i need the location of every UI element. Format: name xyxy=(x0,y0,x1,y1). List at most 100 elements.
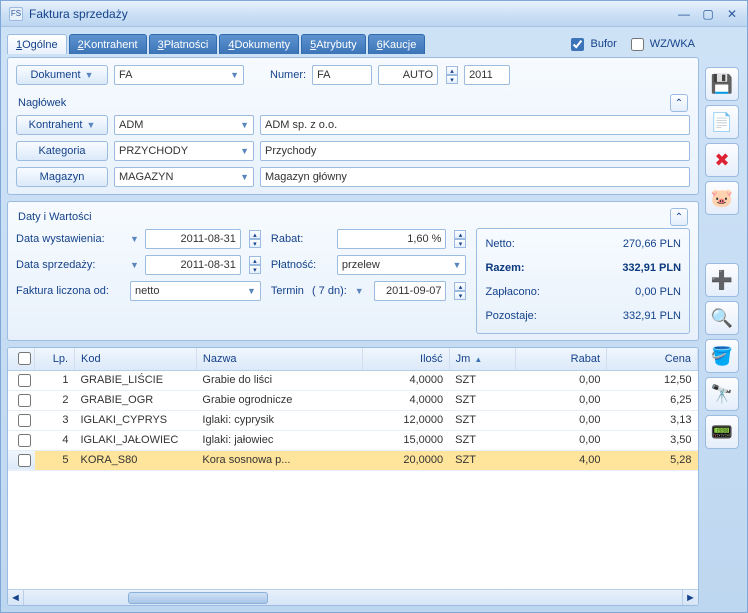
numer-stepper[interactable]: ▴▾ xyxy=(446,66,458,84)
edit-doc-button[interactable]: 📄 xyxy=(705,105,739,139)
search-icon: 🔍 xyxy=(711,308,733,329)
platnosc-label: Płatność: xyxy=(271,259,331,271)
col-nazwa[interactable]: Nazwa xyxy=(196,348,362,370)
chevron-down-icon: ▼ xyxy=(86,120,95,130)
chevron-down-icon: ▼ xyxy=(240,146,249,156)
col-checkbox[interactable] xyxy=(8,348,35,370)
grid-header-row: Lp. Kod Nazwa Ilość Jm▲ Rabat Cena xyxy=(8,348,698,370)
platnosc-combo[interactable]: przelew▼ xyxy=(337,255,467,275)
naglowek-header: Nagłówek xyxy=(18,97,66,109)
horizontal-scrollbar[interactable]: ◄ ► xyxy=(8,589,698,605)
zaplacono-label: Zapłacono: xyxy=(485,286,635,298)
termin-stepper[interactable]: ▴▾ xyxy=(454,282,466,300)
numer-prefix-field[interactable]: FA xyxy=(312,65,372,85)
chevron-down-icon[interactable]: ▼ xyxy=(130,260,139,270)
numer-label: Numer: xyxy=(270,69,306,81)
action-sidebar: 💾 📄 ✖ 🐷 ➕ 🔍 🪣 🔭 📟 xyxy=(705,33,741,606)
calculator-button[interactable]: 📟 xyxy=(705,415,739,449)
delete-button[interactable]: ✖ xyxy=(705,143,739,177)
scroll-right-button[interactable]: ► xyxy=(682,590,698,606)
data-wystawienia-field[interactable]: 2011-08-31 xyxy=(145,229,241,249)
table-row[interactable]: 1GRABIE_LIŚCIEGrabie do liści4,0000SZT0,… xyxy=(8,370,698,390)
minimize-button[interactable]: — xyxy=(677,7,691,21)
faktura-od-combo[interactable]: netto▼ xyxy=(130,281,261,301)
close-button[interactable]: ✕ xyxy=(725,7,739,21)
table-row[interactable]: 4IGLAKI_JAŁOWIECIglaki: jałowiec15,0000S… xyxy=(8,430,698,450)
data-wystawienia-stepper[interactable]: ▴▾ xyxy=(249,230,261,248)
collapse-daty-button[interactable]: ⌃ xyxy=(670,208,688,226)
table-row[interactable]: 2GRABIE_OGRGrabie ogrodnicze4,0000SZT0,0… xyxy=(8,390,698,410)
wzwka-checkbox[interactable]: WZ/WKA xyxy=(627,35,695,54)
data-sprzedazy-field[interactable]: 2011-08-31 xyxy=(145,255,241,275)
binoculars-icon: 🔭 xyxy=(711,384,733,405)
bucket-button[interactable]: 🪣 xyxy=(705,339,739,373)
col-rabat[interactable]: Rabat xyxy=(516,348,607,370)
maximize-button[interactable]: ▢ xyxy=(701,7,715,21)
tab-dokumenty[interactable]: 4 Dokumenty xyxy=(219,34,299,54)
bufor-checkbox[interactable]: Bufor xyxy=(567,35,616,54)
col-cena[interactable]: Cena xyxy=(607,348,698,370)
chevron-down-icon: ▼ xyxy=(230,70,239,80)
netto-label: Netto: xyxy=(485,238,622,250)
piggy-button[interactable]: 🐷 xyxy=(705,181,739,215)
data-wystawienia-label: Data wystawienia: xyxy=(16,233,124,245)
add-button[interactable]: ➕ xyxy=(705,263,739,297)
kategoria-button[interactable]: Kategoria xyxy=(16,141,108,161)
collapse-naglowek-button[interactable]: ⌃ xyxy=(670,94,688,112)
save-button[interactable]: 💾 xyxy=(705,67,739,101)
kontrahent-name-field[interactable]: ADM sp. z o.o. xyxy=(260,115,690,135)
window-title: Faktura sprzedaży xyxy=(29,7,128,21)
kategoria-code-combo[interactable]: PRZYCHODY▼ xyxy=(114,141,254,161)
piggy-icon: 🐷 xyxy=(711,188,733,209)
kontrahent-button[interactable]: Kontrahent▼ xyxy=(16,115,108,135)
netto-value: 270,66 PLN xyxy=(623,238,681,250)
kontrahent-code-combo[interactable]: ADM▼ xyxy=(114,115,254,135)
rabat-label: Rabat: xyxy=(271,233,331,245)
razem-value: 332,91 PLN xyxy=(622,262,681,274)
items-grid[interactable]: Lp. Kod Nazwa Ilość Jm▲ Rabat Cena 1GRAB… xyxy=(7,347,699,606)
chevron-down-icon[interactable]: ▼ xyxy=(130,234,139,244)
kategoria-name-field[interactable]: Przychody xyxy=(260,141,690,161)
wzwka-label: WZ/WKA xyxy=(650,38,695,50)
app-window: FS Faktura sprzedaży — ▢ ✕ 1 Ogólne2 Kon… xyxy=(0,0,748,613)
binoculars-button[interactable]: 🔭 xyxy=(705,377,739,411)
chevron-down-icon: ▼ xyxy=(85,70,94,80)
tab-ogólne[interactable]: 1 Ogólne xyxy=(7,34,67,54)
termin-dni-label: ( 7 dn): xyxy=(312,285,347,297)
tab-atrybuty[interactable]: 5 Atrybuty xyxy=(301,34,365,54)
dokument-type-combo[interactable]: FA▼ xyxy=(114,65,244,85)
edit-doc-icon: 📄 xyxy=(711,112,733,133)
delete-icon: ✖ xyxy=(714,150,729,171)
pozostaje-value: 332,91 PLN xyxy=(623,310,681,322)
magazyn-name-field[interactable]: Magazyn główny xyxy=(260,167,690,187)
tab-płatności[interactable]: 3 Płatności xyxy=(149,34,218,54)
search-button[interactable]: 🔍 xyxy=(705,301,739,335)
table-row[interactable]: 5KORA_S80Kora sosnowa p...20,0000SZT4,00… xyxy=(8,450,698,470)
chevron-down-icon[interactable]: ▼ xyxy=(355,286,364,296)
rabat-stepper[interactable]: ▴▾ xyxy=(454,230,466,248)
daty-header: Daty i Wartości xyxy=(18,211,92,223)
sort-asc-icon: ▲ xyxy=(474,355,482,364)
data-sprzedazy-stepper[interactable]: ▴▾ xyxy=(249,256,261,274)
dokument-button[interactable]: Dokument▼ xyxy=(16,65,108,85)
razem-label: Razem: xyxy=(485,262,622,274)
bucket-icon: 🪣 xyxy=(711,346,733,367)
numer-auto-field[interactable]: AUTO xyxy=(378,65,438,85)
magazyn-code-combo[interactable]: MAGAZYN▼ xyxy=(114,167,254,187)
col-jm[interactable]: Jm▲ xyxy=(449,348,516,370)
termin-data-field[interactable]: 2011-09-07 xyxy=(374,281,447,301)
scroll-thumb[interactable] xyxy=(128,592,268,604)
tab-kontrahent[interactable]: 2 Kontrahent xyxy=(69,34,147,54)
scroll-left-button[interactable]: ◄ xyxy=(8,590,24,606)
col-lp[interactable]: Lp. xyxy=(35,348,75,370)
table-row[interactable]: 3IGLAKI_CYPRYSIglaki: cyprysik12,0000SZT… xyxy=(8,410,698,430)
chevron-down-icon: ▼ xyxy=(240,120,249,130)
col-ilosc[interactable]: Ilość xyxy=(363,348,449,370)
pozostaje-label: Pozostaje: xyxy=(485,310,622,322)
col-kod[interactable]: Kod xyxy=(75,348,197,370)
rabat-field[interactable]: 1,60 % xyxy=(337,229,447,249)
magazyn-button[interactable]: Magazyn xyxy=(16,167,108,187)
tabstrip: 1 Ogólne2 Kontrahent3 Płatności4 Dokumen… xyxy=(7,34,425,54)
numer-year-field[interactable]: 2011 xyxy=(464,65,510,85)
tab-kaucje[interactable]: 6 Kaucje xyxy=(368,34,426,54)
